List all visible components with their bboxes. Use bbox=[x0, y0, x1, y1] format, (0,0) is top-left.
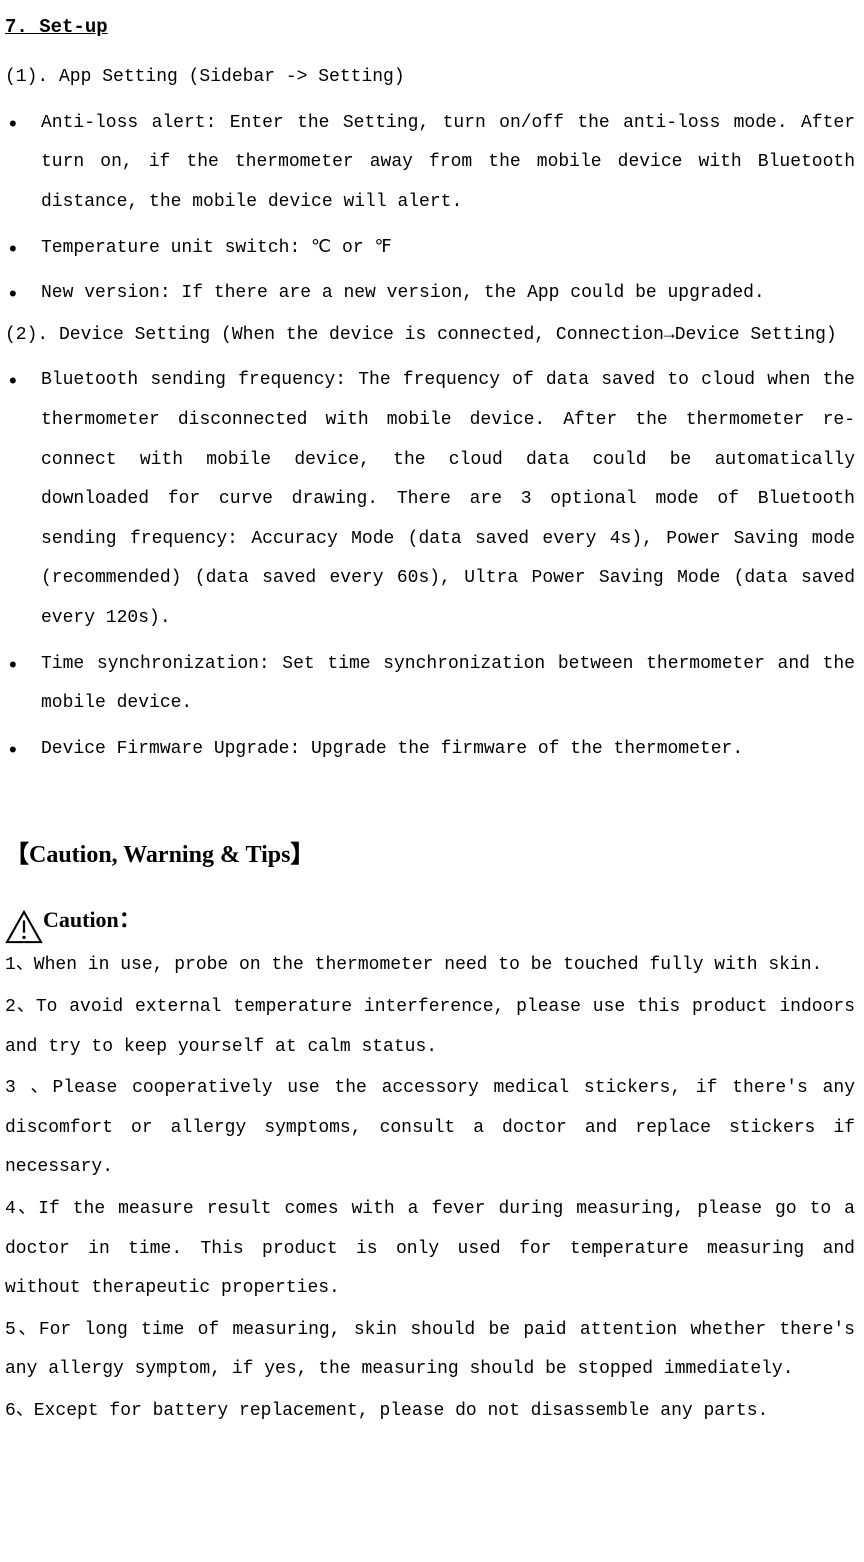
caution-item: 1、When in use, probe on the thermometer … bbox=[5, 946, 855, 986]
subheading-2: (2). Device Setting (When the device is … bbox=[5, 316, 855, 356]
subheading-1: (1). App Setting (Sidebar -> Setting) bbox=[5, 58, 855, 98]
caution-item: 3 、Please cooperatively use the accessor… bbox=[5, 1069, 855, 1188]
list-item: Device Firmware Upgrade: Upgrade the fir… bbox=[5, 730, 855, 770]
bullet-list-1: Anti-loss alert: Enter the Setting, turn… bbox=[5, 104, 855, 314]
caution-item: 6、Except for battery replacement, please… bbox=[5, 1392, 855, 1432]
section-heading: 7. Set-up bbox=[5, 10, 855, 44]
bullet-list-2: Bluetooth sending frequency: The frequen… bbox=[5, 361, 855, 769]
list-item: Time synchronization: Set time synchroni… bbox=[5, 645, 855, 724]
list-item: New version: If there are a new version,… bbox=[5, 274, 855, 314]
caution-item: 2、To avoid external temperature interfer… bbox=[5, 988, 855, 1067]
caution-main-heading: 【Caution, Warning & Tips】 bbox=[5, 829, 855, 882]
caution-sub-heading: Caution： bbox=[43, 896, 141, 944]
caution-item: 4、If the measure result comes with a fev… bbox=[5, 1190, 855, 1309]
list-item: Temperature unit switch: ℃ or ℉ bbox=[5, 229, 855, 269]
list-item: Anti-loss alert: Enter the Setting, turn… bbox=[5, 104, 855, 223]
caution-item: 5、For long time of measuring, skin shoul… bbox=[5, 1311, 855, 1390]
list-item: Bluetooth sending frequency: The frequen… bbox=[5, 361, 855, 638]
warning-triangle-icon bbox=[5, 910, 43, 944]
